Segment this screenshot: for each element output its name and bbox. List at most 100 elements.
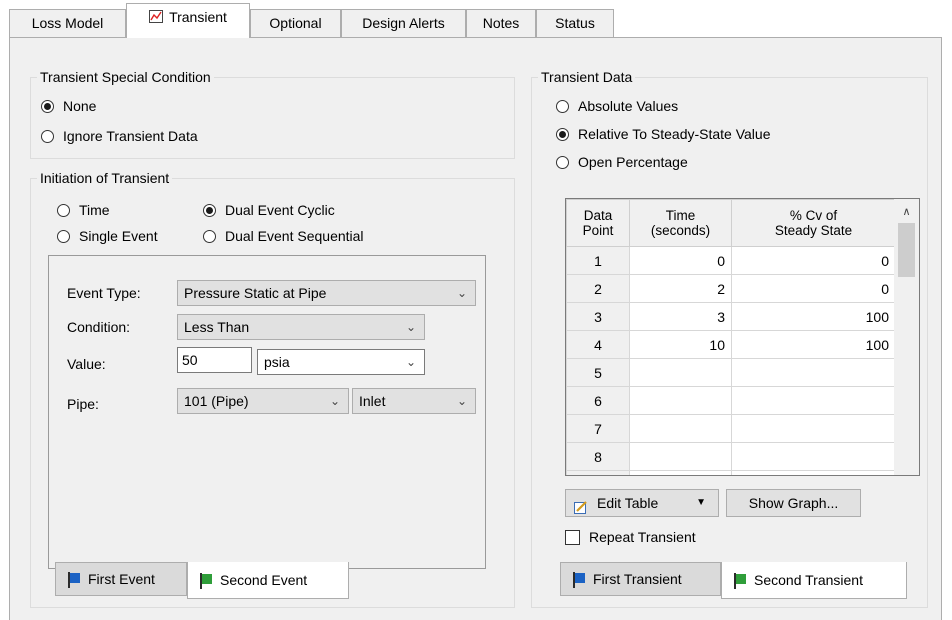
radio-button-icon (57, 203, 70, 217)
table-cell[interactable] (629, 386, 732, 415)
scroll-up-icon[interactable]: ∧ (894, 205, 919, 218)
tab-design-alerts[interactable]: Design Alerts (341, 9, 466, 37)
radio-time[interactable]: Time (57, 200, 110, 220)
blue-flag-icon (68, 572, 80, 588)
table-row[interactable]: 8 (566, 442, 896, 471)
table-row[interactable]: 6 (566, 386, 896, 415)
chevron-down-icon: ⌄ (405, 355, 416, 369)
table-cell[interactable] (731, 358, 896, 387)
group-title: Initiation of Transient (37, 170, 173, 186)
table-cell[interactable]: 0 (731, 246, 896, 275)
value-input[interactable]: 50 (177, 347, 252, 373)
show-graph-label: Show Graph... (748, 495, 839, 511)
radio-label: Ignore Transient Data (63, 128, 198, 144)
row-header-cell: 2 (566, 274, 630, 303)
radio-label: Dual Event Sequential (225, 228, 364, 244)
table-cell[interactable] (731, 470, 896, 475)
table-row[interactable]: 5 (566, 358, 896, 387)
tab-label: Optional (269, 15, 322, 31)
table-cell[interactable] (731, 414, 896, 443)
chevron-down-icon: ⌄ (329, 394, 340, 408)
table-cell[interactable] (629, 470, 732, 475)
show-graph-button[interactable]: Show Graph... (726, 489, 861, 517)
radio-button-icon (203, 203, 216, 217)
radio-absolute-values[interactable]: Absolute Values (556, 96, 678, 116)
tab-label: Second Transient (754, 572, 863, 588)
radio-ignore-transient-data[interactable]: Ignore Transient Data (41, 126, 198, 146)
green-flag-icon (200, 573, 212, 589)
blue-flag-icon (573, 572, 585, 588)
tab-first-transient[interactable]: First Transient (560, 562, 721, 596)
radio-dual-event-cyclic[interactable]: Dual Event Cyclic (203, 200, 335, 220)
tab-label: Second Event (220, 572, 308, 588)
tab-optional[interactable]: Optional (250, 9, 341, 37)
table-row[interactable]: 7 (566, 414, 896, 443)
table-row[interactable]: 9 (566, 470, 896, 475)
condition-select[interactable]: Less Than ⌄ (177, 314, 425, 340)
row-header-cell: 7 (566, 414, 630, 443)
radio-label: Absolute Values (578, 98, 679, 114)
table-cell[interactable]: 100 (731, 302, 896, 331)
pipe-end-select[interactable]: Inlet ⌄ (352, 388, 476, 414)
value-unit-select[interactable]: psia ⌄ (257, 349, 425, 375)
radio-none[interactable]: None (41, 96, 96, 116)
pipe-label: Pipe: (67, 396, 99, 412)
table-header-row: Data Point Time (seconds) % Cv of Steady St… (566, 199, 896, 247)
radio-single-event[interactable]: Single Event (57, 226, 158, 246)
table-cell[interactable] (731, 442, 896, 471)
radio-label: Dual Event Cyclic (225, 202, 335, 218)
radio-dual-event-sequential[interactable]: Dual Event Sequential (203, 226, 364, 246)
table-cell[interactable]: 2 (629, 274, 732, 303)
table-row[interactable]: 3 3 100 (566, 302, 896, 331)
table-cell[interactable]: 100 (731, 330, 896, 359)
table-row[interactable]: 220 (566, 274, 896, 303)
edit-table-button[interactable]: Edit Table ▼ (565, 489, 719, 517)
table-cell[interactable]: 0 (629, 246, 732, 275)
group-title: Transient Special Condition (37, 69, 214, 85)
repeat-transient-checkbox[interactable]: Repeat Transient (565, 527, 696, 547)
row-header-cell: 6 (566, 386, 630, 415)
tab-label: Transient (169, 9, 227, 25)
tab-second-transient[interactable]: Second Transient (721, 562, 907, 599)
column-header-data-point: Data Point (566, 199, 630, 247)
radio-label: None (63, 98, 97, 114)
condition-label: Condition: (67, 319, 131, 335)
table-cell[interactable] (629, 414, 732, 443)
radio-relative-to-steady-state[interactable]: Relative To Steady-State Value (556, 124, 771, 144)
table-cell[interactable]: 3 (629, 302, 732, 331)
tab-label: First Transient (593, 571, 682, 587)
table-scrollbar[interactable]: ∧ (894, 199, 919, 475)
table-row[interactable]: 100 (566, 246, 896, 275)
table-row[interactable]: 4 10 100 (566, 330, 896, 359)
table-cell[interactable] (731, 386, 896, 415)
tab-loss-model[interactable]: Loss Model (9, 9, 126, 37)
tab-label: Design Alerts (362, 15, 445, 31)
green-flag-icon (734, 573, 746, 589)
column-header-time: Time (seconds) (629, 199, 732, 247)
radio-button-icon (556, 155, 569, 169)
transient-chart-icon (149, 5, 164, 32)
tab-transient[interactable]: Transient (126, 3, 250, 38)
table-cell[interactable] (629, 358, 732, 387)
table-cell[interactable] (629, 442, 732, 471)
pipe-select[interactable]: 101 (Pipe) ⌄ (177, 388, 349, 414)
value-label: Value: (67, 356, 106, 372)
row-header-cell: 8 (566, 442, 630, 471)
tab-status[interactable]: Status (536, 9, 614, 37)
transient-data-table[interactable]: Data Point Time (seconds) % Cv of Steady St… (565, 198, 920, 476)
row-header-cell: 3 (566, 302, 630, 331)
radio-label: Single Event (79, 228, 158, 244)
table-cell[interactable]: 0 (731, 274, 896, 303)
scrollbar-thumb[interactable] (898, 223, 915, 277)
chevron-down-icon: ⌄ (456, 394, 467, 408)
tab-first-event[interactable]: First Event (55, 562, 187, 596)
input-value: 50 (182, 352, 198, 368)
tab-notes[interactable]: Notes (466, 9, 536, 37)
select-value: 101 (Pipe) (184, 393, 249, 409)
transient-special-condition-group: Transient Special Condition (30, 69, 515, 159)
table-cell[interactable]: 10 (629, 330, 732, 359)
event-type-select[interactable]: Pressure Static at Pipe ⌄ (177, 280, 476, 306)
tab-label: Notes (482, 15, 520, 31)
radio-open-percentage[interactable]: Open Percentage (556, 152, 688, 172)
tab-second-event[interactable]: Second Event (187, 562, 349, 599)
